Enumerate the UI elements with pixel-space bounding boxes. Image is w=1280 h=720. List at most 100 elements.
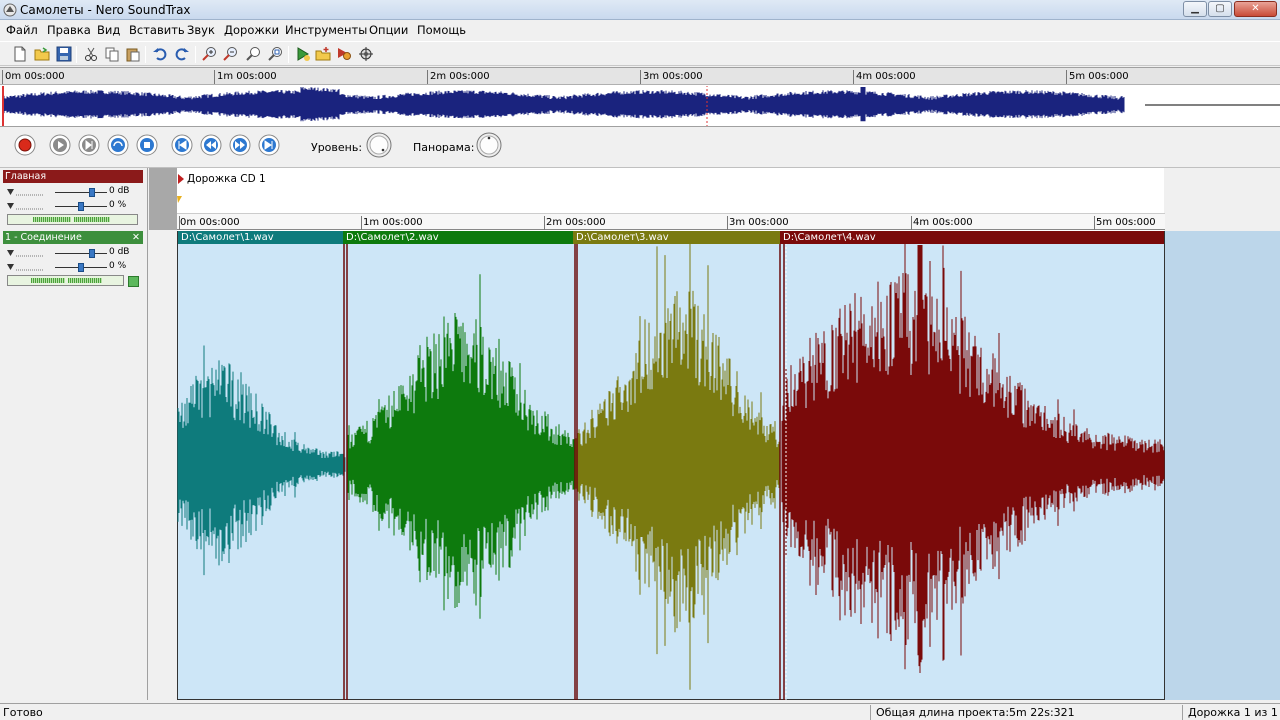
toolbar-separator	[145, 46, 146, 63]
pan-knob[interactable]	[475, 131, 503, 159]
master-pan-slider[interactable]	[55, 202, 107, 211]
track1-close-icon[interactable]: ✕	[132, 231, 140, 244]
zoom-in-icon[interactable]	[201, 46, 217, 62]
clip-waveform-2	[346, 274, 575, 619]
timeline-ruler[interactable]: 0m 00s:000 1m 00s:000 2m 00s:000 3m 00s:…	[177, 213, 1165, 230]
master-pan-value: 0 %	[109, 200, 127, 210]
track-gutter	[149, 231, 177, 700]
level-knob[interactable]	[365, 131, 393, 159]
timeline-header-empty	[1164, 168, 1280, 231]
meter-right-segment	[68, 278, 102, 283]
overview-tick	[214, 70, 215, 84]
timeline-scroll-gutter	[149, 168, 177, 230]
clip-waveform-4	[781, 244, 1165, 673]
open-folder-icon[interactable]	[34, 46, 50, 62]
volume-envelope-icon	[7, 189, 44, 196]
play-icon[interactable]	[49, 134, 71, 156]
clip-header-1[interactable]: D:\Самолет\1.wav	[178, 231, 343, 244]
record-icon[interactable]	[14, 134, 36, 156]
zoom-out-icon[interactable]	[222, 46, 238, 62]
master-level-meter	[7, 214, 138, 225]
menu-sound[interactable]: Звук	[187, 23, 215, 37]
save-icon[interactable]	[56, 46, 72, 62]
status-divider	[1182, 705, 1183, 720]
redo-icon[interactable]	[174, 46, 190, 62]
close-button[interactable]: ✕	[1234, 1, 1277, 17]
slider-thumb[interactable]	[89, 249, 95, 258]
track-lane-empty[interactable]	[1165, 231, 1280, 700]
toolbar-separator	[76, 46, 77, 63]
rewind-icon[interactable]	[200, 134, 222, 156]
status-divider	[870, 705, 871, 720]
menu-file[interactable]: Файл	[6, 23, 38, 37]
status-track-counter: Дорожка 1 из 1	[1188, 706, 1278, 719]
track1-volume-value: 0 dB	[109, 247, 130, 257]
overview-tick-label: 1m 00s:000	[217, 71, 277, 82]
add-audio-icon[interactable]	[295, 46, 311, 62]
overview-tick	[2, 70, 3, 84]
overview-tick-label: 2m 00s:000	[430, 71, 490, 82]
new-file-icon[interactable]	[12, 46, 28, 62]
timeline-tick-label: 1m 00s:000	[363, 217, 423, 228]
slider-thumb[interactable]	[78, 202, 84, 211]
clip-header-3[interactable]: D:\Самолет\3.wav	[573, 231, 780, 244]
timeline-tick-label: 3m 00s:000	[729, 217, 789, 228]
track1-header[interactable]: 1 - Соединение ✕	[3, 231, 143, 244]
pan-label: Панорама:	[413, 141, 475, 154]
zoom-fit-icon[interactable]	[267, 46, 283, 62]
go-to-start-icon[interactable]	[171, 134, 193, 156]
track1-pan-row: 0 %	[3, 261, 143, 273]
title-bar: Самолеты - Nero SoundTrax ▁ ▢ ✕	[0, 0, 1280, 20]
clip-header-4[interactable]: D:\Самолет\4.wav	[780, 231, 1164, 244]
play-selection-icon[interactable]	[78, 134, 100, 156]
paste-icon[interactable]	[125, 46, 141, 62]
master-volume-row: 0 dB	[3, 186, 143, 198]
slider-thumb[interactable]	[89, 188, 95, 197]
cursor-marker-icon[interactable]	[177, 196, 183, 204]
timeline-tick	[1094, 216, 1095, 230]
track1-activity-led[interactable]	[128, 276, 139, 287]
cut-icon[interactable]	[83, 46, 99, 62]
menu-edit[interactable]: Правка	[47, 23, 91, 37]
overview-ruler: 0m 00s:000 1m 00s:000 2m 00s:000 3m 00s:…	[0, 68, 1280, 85]
menu-tracks[interactable]: Дорожки	[224, 23, 279, 37]
overview-tick	[1066, 70, 1067, 84]
volume-envelope-icon	[7, 250, 44, 257]
cd-track-marker-icon[interactable]	[178, 174, 184, 184]
clip-waveform-3	[575, 244, 781, 690]
menu-insert[interactable]: Вставить	[129, 23, 185, 37]
zoom-selection-icon[interactable]	[245, 46, 261, 62]
fast-forward-icon[interactable]	[229, 134, 251, 156]
timeline-tick-label: 2m 00s:000	[546, 217, 606, 228]
go-to-end-icon[interactable]	[258, 134, 280, 156]
slider-thumb[interactable]	[78, 263, 84, 272]
overview-tick-label: 0m 00s:000	[5, 71, 65, 82]
copy-icon[interactable]	[104, 46, 120, 62]
loop-icon[interactable]	[107, 134, 129, 156]
track1-pan-slider[interactable]	[55, 263, 107, 272]
track1-volume-slider[interactable]	[55, 249, 107, 258]
record-audio-icon[interactable]	[336, 46, 352, 62]
menu-view[interactable]: Вид	[97, 23, 120, 37]
track1-volume-row: 0 dB	[3, 247, 143, 259]
settings-icon[interactable]	[358, 46, 374, 62]
track1-pan-value: 0 %	[109, 261, 127, 271]
timeline-tick	[911, 216, 912, 230]
menu-bar: Файл Правка Вид Вставить Звук Дорожки Ин…	[0, 20, 1280, 40]
maximize-button[interactable]: ▢	[1208, 1, 1232, 17]
toolbar-separator	[195, 46, 196, 63]
master-track-header[interactable]: Главная	[3, 170, 143, 183]
menu-help[interactable]: Помощь	[417, 23, 466, 37]
add-folder-icon[interactable]	[315, 46, 331, 62]
overview-tick-label: 5m 00s:000	[1069, 71, 1129, 82]
timeline-tick	[544, 216, 545, 230]
menu-tools[interactable]: Инструменты	[285, 23, 367, 37]
undo-icon[interactable]	[152, 46, 168, 62]
overview-tick	[640, 70, 641, 84]
clip-header-2[interactable]: D:\Самолет\2.wav	[343, 231, 573, 244]
overview-waveform[interactable]: 0m 00s:000 1m 00s:000 2m 00s:000 3m 00s:…	[0, 67, 1280, 127]
stop-icon[interactable]	[136, 134, 158, 156]
master-volume-slider[interactable]	[55, 188, 107, 197]
minimize-button[interactable]: ▁	[1183, 1, 1207, 17]
menu-options[interactable]: Опции	[369, 23, 408, 37]
